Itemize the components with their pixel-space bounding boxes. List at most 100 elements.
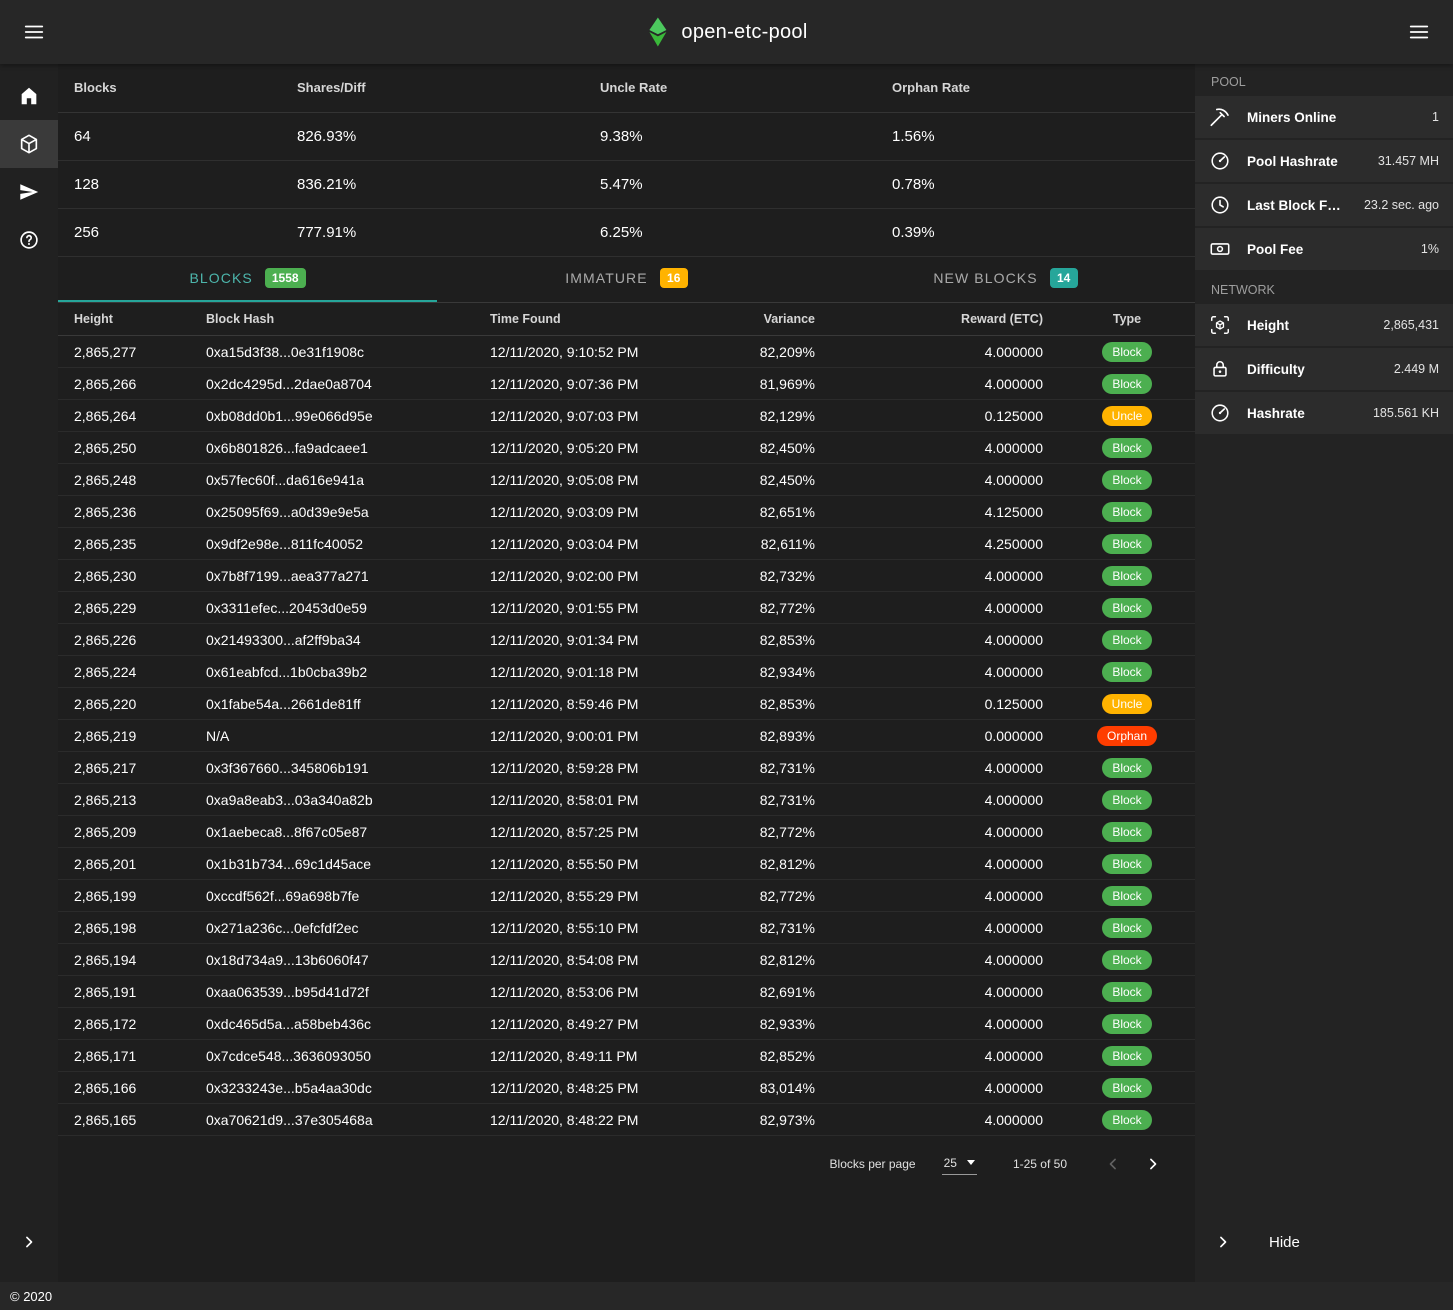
app-shell: Blocks Shares/Diff Uncle Rate Orphan Rat… <box>0 64 1453 1282</box>
nav-home[interactable] <box>0 72 58 120</box>
cell-type: Block <box>1059 880 1195 912</box>
prev-page-button[interactable] <box>1093 1144 1133 1184</box>
cell-height: 2,865,165 <box>58 1104 190 1136</box>
cell-hash: 0xa15d3f38...0e31f1908c <box>190 336 474 368</box>
cell-time: 12/11/2020, 9:03:04 PM <box>474 528 649 560</box>
top-app-bar: open-etc-pool <box>0 0 1453 64</box>
cell-hash: 0xb08dd0b1...99e066d95e <box>190 400 474 432</box>
col-header-type: Type <box>1059 303 1195 336</box>
cell-height: 2,865,277 <box>58 336 190 368</box>
cell-height: 2,865,230 <box>58 560 190 592</box>
cell-reward: 4.000000 <box>831 592 1059 624</box>
stat-value: 1% <box>1421 242 1439 256</box>
cell-reward: 4.000000 <box>831 880 1059 912</box>
tab-immature[interactable]: IMMATURE 16 <box>437 257 816 302</box>
cube-scan-icon <box>1209 314 1231 336</box>
cell-type: Block <box>1059 496 1195 528</box>
cell-time: 12/11/2020, 8:49:27 PM <box>474 1008 649 1040</box>
gauge-icon <box>1209 150 1231 172</box>
type-badge: Orphan <box>1097 726 1157 746</box>
cell-variance: 82,731% <box>649 912 831 944</box>
cell-height: 2,865,217 <box>58 752 190 784</box>
block-row: 2,865,213 0xa9a8eab3...03a340a82b 12/11/… <box>58 784 1195 816</box>
type-badge: Block <box>1102 790 1151 810</box>
hamburger-icon <box>23 21 45 43</box>
cell-hash: 0xa70621d9...37e305468a <box>190 1104 474 1136</box>
cell-variance: 82,450% <box>649 464 831 496</box>
stats-cell: 5.47% <box>584 160 876 208</box>
cell-time: 12/11/2020, 8:48:22 PM <box>474 1104 649 1136</box>
app-title: open-etc-pool <box>681 21 807 44</box>
stat-label: Pool Hashrate <box>1247 154 1362 169</box>
nav-help[interactable] <box>0 216 58 264</box>
type-badge: Uncle <box>1102 694 1153 714</box>
cell-variance: 82,812% <box>649 848 831 880</box>
cell-height: 2,865,198 <box>58 912 190 944</box>
stat-label: Height <box>1247 318 1367 333</box>
block-row: 2,865,220 0x1fabe54a...2661de81ff 12/11/… <box>58 688 1195 720</box>
stats-header-orphan: Orphan Rate <box>876 64 1195 112</box>
type-badge: Block <box>1102 950 1151 970</box>
cell-type: Block <box>1059 592 1195 624</box>
cell-type: Block <box>1059 976 1195 1008</box>
cell-variance: 82,812% <box>649 944 831 976</box>
cell-type: Block <box>1059 464 1195 496</box>
left-menu-button[interactable] <box>10 8 58 56</box>
cell-time: 12/11/2020, 8:55:10 PM <box>474 912 649 944</box>
block-row: 2,865,191 0xaa063539...b95d41d72f 12/11/… <box>58 976 1195 1008</box>
cell-time: 12/11/2020, 9:10:52 PM <box>474 336 649 368</box>
cell-reward: 4.000000 <box>831 1040 1059 1072</box>
stats-cell: 777.91% <box>281 208 584 256</box>
tab-label: IMMATURE <box>565 270 647 286</box>
cell-reward: 4.125000 <box>831 496 1059 528</box>
cell-variance: 82,853% <box>649 688 831 720</box>
cell-time: 12/11/2020, 9:03:09 PM <box>474 496 649 528</box>
next-page-button[interactable] <box>1133 1144 1173 1184</box>
block-row: 2,865,166 0x3233243e...b5a4aa30dc 12/11/… <box>58 1072 1195 1104</box>
stats-cell: 1.56% <box>876 112 1195 160</box>
tab-blocks[interactable]: BLOCKS 1558 <box>58 257 437 302</box>
cell-type: Block <box>1059 752 1195 784</box>
cell-reward: 0.125000 <box>831 688 1059 720</box>
stat-network-hashrate: Hashrate 185.561 KH <box>1195 392 1453 434</box>
type-badge: Block <box>1102 630 1151 650</box>
nav-payments[interactable] <box>0 168 58 216</box>
stats-header-row: Blocks Shares/Diff Uncle Rate Orphan Rat… <box>58 64 1195 112</box>
type-badge: Block <box>1102 982 1151 1002</box>
block-row: 2,865,199 0xccdf562f...69a698b7fe 12/11/… <box>58 880 1195 912</box>
cell-reward: 4.000000 <box>831 944 1059 976</box>
clock-icon <box>1209 194 1231 216</box>
cell-height: 2,865,229 <box>58 592 190 624</box>
cell-variance: 82,651% <box>649 496 831 528</box>
page-range: 1-25 of 50 <box>1013 1157 1067 1171</box>
blocks-table: Height Block Hash Time Found Variance Re… <box>58 303 1195 1137</box>
type-badge: Block <box>1102 854 1151 874</box>
cell-height: 2,865,166 <box>58 1072 190 1104</box>
per-page-select[interactable]: 25 <box>942 1154 977 1175</box>
nav-blocks[interactable] <box>0 120 58 168</box>
tab-new-blocks[interactable]: NEW BLOCKS 14 <box>816 257 1195 302</box>
cell-reward: 4.000000 <box>831 464 1059 496</box>
drawer-hide-button[interactable]: Hide <box>1195 1218 1453 1266</box>
tab-count-badge: 16 <box>660 268 688 288</box>
right-menu-button[interactable] <box>1395 8 1443 56</box>
stat-label: Difficulty <box>1247 362 1378 377</box>
cell-type: Block <box>1059 656 1195 688</box>
cell-variance: 82,691% <box>649 976 831 1008</box>
pickaxe-icon <box>1209 106 1231 128</box>
block-row: 2,865,219 N/A 12/11/2020, 9:00:01 PM 82,… <box>58 720 1195 752</box>
cell-height: 2,865,171 <box>58 1040 190 1072</box>
chevron-right-icon <box>19 1232 39 1252</box>
cell-hash: 0xccdf562f...69a698b7fe <box>190 880 474 912</box>
cell-variance: 82,611% <box>649 528 831 560</box>
blocks-table-body: 2,865,277 0xa15d3f38...0e31f1908c 12/11/… <box>58 336 1195 1136</box>
stats-cell: 0.39% <box>876 208 1195 256</box>
block-row: 2,865,230 0x7b8f7199...aea377a271 12/11/… <box>58 560 1195 592</box>
stats-header-uncle: Uncle Rate <box>584 64 876 112</box>
main-content: Blocks Shares/Diff Uncle Rate Orphan Rat… <box>58 64 1195 1282</box>
cell-type: Block <box>1059 784 1195 816</box>
cell-hash: 0x25095f69...a0d39e9e5a <box>190 496 474 528</box>
app-brand[interactable]: open-etc-pool <box>645 0 807 64</box>
rail-expand-button[interactable] <box>0 1218 58 1266</box>
cell-variance: 82,973% <box>649 1104 831 1136</box>
